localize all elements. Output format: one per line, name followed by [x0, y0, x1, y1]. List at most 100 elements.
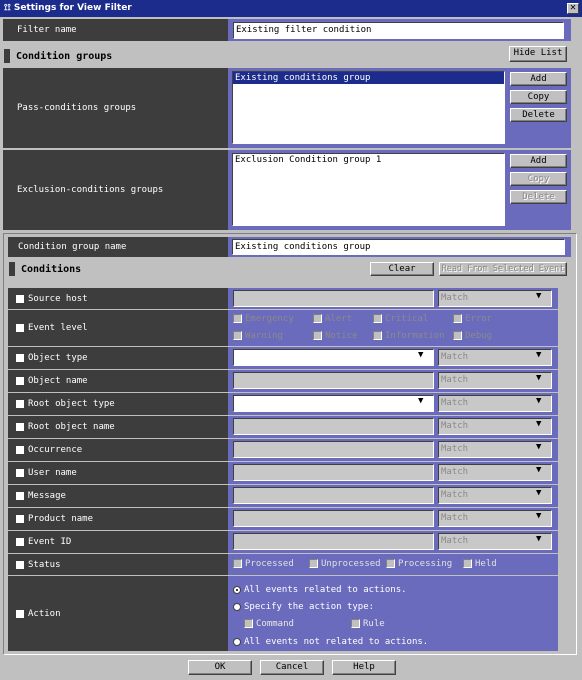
product-name-match-select: Match	[438, 510, 552, 527]
chevron-down-icon: ▼	[536, 350, 542, 360]
conditions-title: Conditions	[21, 264, 82, 275]
chevron-down-icon: ▼	[536, 419, 542, 429]
radio-icon[interactable]	[233, 585, 241, 594]
checkbox-icon	[373, 314, 382, 323]
message-label: Message	[28, 491, 66, 501]
object-type-label: Object type	[28, 353, 88, 363]
pass-copy-button[interactable]: Copy	[510, 90, 567, 104]
root-object-name-checkbox[interactable]	[16, 423, 24, 431]
occurrence-checkbox[interactable]	[16, 446, 24, 454]
message-checkbox[interactable]	[16, 492, 24, 500]
object-type-checkbox[interactable]	[16, 354, 24, 362]
message-label-cell: Message	[8, 485, 228, 507]
source-host-label: Source host	[28, 293, 88, 304]
action-label: Action	[28, 608, 61, 619]
pass-groups-label: Pass-conditions groups	[17, 103, 137, 113]
section-marker	[9, 262, 15, 276]
status-label-cell: Status	[8, 554, 228, 575]
checkbox-icon	[453, 314, 462, 323]
event-level-option-label: Error	[465, 314, 493, 324]
ok-button[interactable]: OK	[188, 660, 252, 675]
checkbox-icon	[233, 331, 242, 340]
user-name-checkbox[interactable]	[16, 469, 24, 477]
object-name-label-cell: Object name	[8, 370, 228, 392]
object-type-combo[interactable]	[233, 349, 434, 366]
status-option: Unprocessed	[309, 559, 381, 569]
event-level-checkbox[interactable]	[16, 324, 24, 332]
action-checkbox[interactable]	[16, 609, 24, 618]
pass-delete-button[interactable]: Delete	[510, 108, 567, 122]
object-type-label-cell: Object type	[8, 347, 228, 369]
checkbox-icon	[244, 619, 253, 628]
user-name-match-select: Match	[438, 464, 552, 481]
root-object-type-label-cell: Root object type	[8, 393, 228, 415]
object-name-input	[233, 372, 434, 389]
action-option[interactable]: All events not related to actions.	[233, 637, 428, 647]
product-name-checkbox[interactable]	[16, 515, 24, 523]
source-host-match-select: Match	[438, 290, 552, 307]
clear-button[interactable]: Clear	[370, 262, 434, 276]
filter-name-input[interactable]: Existing filter condition	[233, 22, 564, 39]
event-level-option-label: Emergency	[245, 314, 294, 324]
event-id-checkbox[interactable]	[16, 538, 24, 546]
event-level-option-label: Notice	[325, 331, 358, 341]
checkbox-icon	[453, 331, 462, 340]
chevron-down-icon[interactable]: ▼	[418, 350, 423, 360]
event-level-option-label: Warning	[245, 331, 283, 341]
radio-icon[interactable]	[233, 637, 241, 646]
status-option-label: Processed	[245, 559, 294, 569]
event-level-option-label: Debug	[465, 331, 493, 341]
cancel-button[interactable]: Cancel	[260, 660, 324, 675]
action-option-label: Specify the action type:	[244, 602, 375, 612]
exclusion-groups-list[interactable]: Exclusion Condition group 1	[232, 153, 505, 226]
chevron-down-icon: ▼	[536, 291, 542, 301]
checkbox-icon	[233, 314, 242, 323]
help-button[interactable]: Help	[332, 660, 396, 675]
event-id-label-cell: Event ID	[8, 531, 228, 553]
event-id-input	[233, 533, 434, 550]
pass-groups-list[interactable]: Existing conditions group	[232, 71, 505, 144]
message-input	[233, 487, 434, 504]
root-object-name-label: Root object name	[28, 422, 115, 432]
exclusion-add-button[interactable]: Add	[510, 154, 567, 168]
event-level-option: Emergency	[233, 314, 294, 324]
action-option[interactable]: Specify the action type:	[233, 602, 374, 612]
status-option-label: Processing	[398, 559, 453, 569]
occurrence-match-select: Match	[438, 441, 552, 458]
checkbox-icon	[313, 331, 322, 340]
chevron-down-icon: ▼	[536, 373, 542, 383]
root-object-type-combo[interactable]	[233, 395, 434, 412]
chevron-down-icon[interactable]: ▼	[418, 396, 423, 406]
filter-name-label-cell: Filter name	[3, 19, 228, 41]
action-option-label: Command	[256, 619, 294, 629]
root-object-type-checkbox[interactable]	[16, 400, 24, 408]
window-title: Settings for View Filter	[13, 3, 132, 13]
action-option[interactable]: Rule	[351, 619, 385, 629]
checkbox-icon	[386, 559, 395, 568]
hide-list-button[interactable]: Hide List	[509, 46, 567, 62]
root-object-name-input	[233, 418, 434, 435]
group-name-label: Condition group name	[18, 242, 127, 252]
list-item[interactable]: Existing conditions group	[233, 72, 504, 84]
status-option: Processing	[386, 559, 452, 569]
action-option[interactable]: All events related to actions.	[233, 585, 407, 595]
close-button[interactable]: ✕	[567, 3, 579, 14]
section-marker	[4, 49, 10, 63]
event-level-option-label: Critical	[385, 314, 429, 324]
group-name-input[interactable]: Existing conditions group	[232, 239, 565, 255]
chevron-down-icon: ▼	[536, 488, 542, 498]
exclusion-delete-button: Delete	[510, 190, 567, 204]
source-host-input	[233, 290, 434, 307]
status-label: Status	[28, 559, 61, 570]
pass-add-button[interactable]: Add	[510, 72, 567, 86]
action-option[interactable]: Command	[244, 619, 294, 629]
action-option-label: Rule	[363, 619, 385, 629]
source-host-checkbox[interactable]	[16, 294, 24, 303]
event-level-option-label: Alert	[325, 314, 353, 324]
radio-icon[interactable]	[233, 602, 241, 611]
object-name-checkbox[interactable]	[16, 377, 24, 385]
chevron-down-icon: ▼	[536, 442, 542, 452]
status-checkbox[interactable]	[16, 560, 24, 569]
list-item[interactable]: Exclusion Condition group 1	[235, 154, 504, 166]
user-name-input	[233, 464, 434, 481]
